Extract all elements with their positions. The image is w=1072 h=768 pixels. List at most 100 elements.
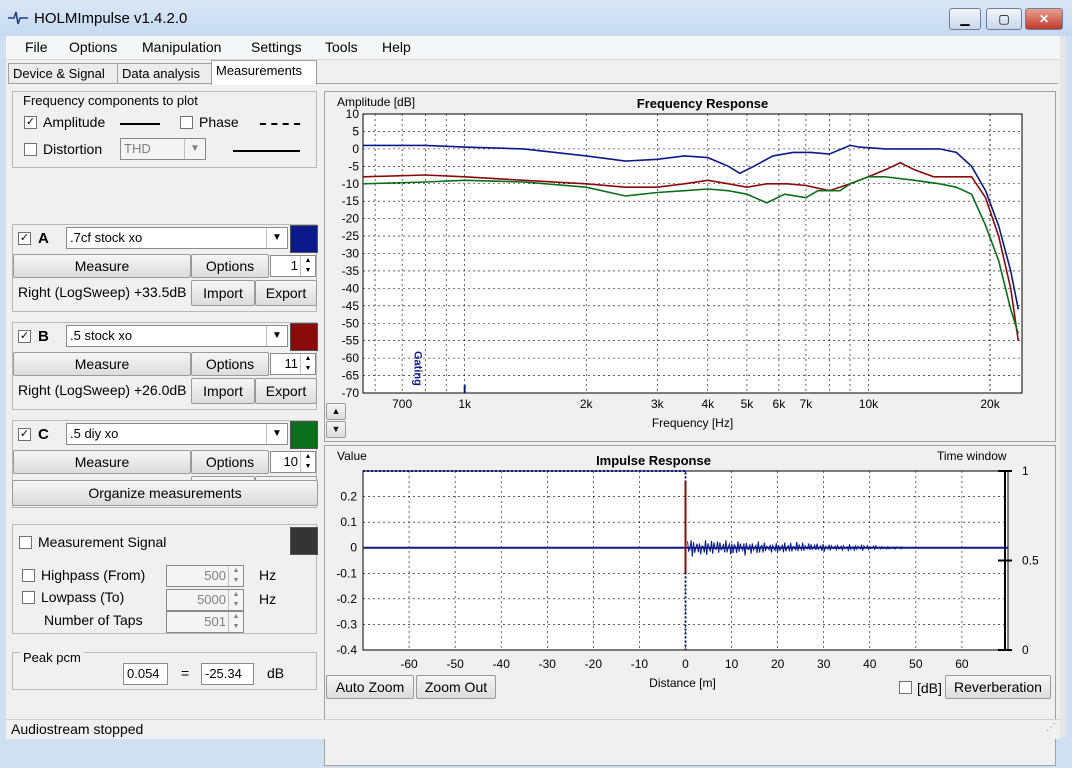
measurement-a-name-select[interactable]: .7cf stock xo ▼ — [66, 227, 288, 249]
measurement-a-options-button[interactable]: Options — [191, 254, 269, 278]
amplitude-label: Amplitude — [43, 114, 105, 130]
measurement-b-checkbox[interactable]: ✓ — [18, 330, 31, 343]
peak-db-field[interactable]: -25.34 — [201, 663, 254, 685]
distortion-checkbox[interactable] — [24, 143, 37, 156]
x-tick-label: 50 — [909, 657, 923, 671]
measurement-b-count: 11 — [285, 354, 299, 374]
tab-data-analysis[interactable]: Data analysis — [117, 63, 215, 84]
frequency-response-panel: 10 5 0 -5 -10 -15 -20 -25 -30 -35 -40 -45 -50 -55 -60-… — [324, 91, 1056, 442]
menu-manipulation[interactable]: Manipulation — [142, 39, 221, 55]
y-tick-label: -65 — [342, 369, 360, 383]
measurement-c-checkbox[interactable]: ✓ — [18, 428, 31, 441]
y-tick-label: -70 — [342, 386, 360, 400]
y-tick-label: 10 — [346, 107, 360, 121]
zoom-out-button[interactable]: Zoom Out — [416, 675, 496, 699]
measurement-a-import-button[interactable]: Import — [191, 280, 255, 306]
taps-stepper[interactable]: 501 ▲ ▼ — [166, 611, 244, 633]
menu-bar: File Options Manipulation Settings Tools… — [6, 36, 1060, 60]
measurement-c-count: 10 — [284, 452, 298, 472]
measurement-b-measure-button[interactable]: Measure — [13, 352, 191, 376]
tab-measurements[interactable]: Measurements — [211, 60, 317, 85]
right-edge-strip — [1060, 36, 1066, 738]
impulse-response-chart[interactable]: -60 -50 -40 -30 -20 -10 0 10 20 30 40 50 600.20.10-0… — [325, 446, 1055, 765]
peak-pcm-field[interactable]: 0.054 — [123, 663, 168, 685]
phase-label: Phase — [199, 114, 239, 130]
measurement-c-measure-button[interactable]: Measure — [13, 450, 191, 474]
measurement-c-name-select[interactable]: .5 diy xo ▼ — [66, 423, 288, 445]
menu-tools[interactable]: Tools — [325, 39, 358, 55]
measurement-b-color-swatch[interactable] — [290, 323, 318, 351]
db-label: [dB] — [917, 680, 942, 696]
measurement-a-measure-button[interactable]: Measure — [13, 254, 191, 278]
amplitude-checkbox[interactable]: ✓ — [24, 116, 37, 129]
x-tick-label: 3k — [651, 397, 665, 411]
x-tick-label: -10 — [631, 657, 649, 671]
maximize-button[interactable]: ▢ — [986, 8, 1022, 30]
measurement-c-options-button[interactable]: Options — [191, 450, 269, 474]
measurement-b-export-button[interactable]: Export — [255, 378, 317, 404]
auto-zoom-button[interactable]: Auto Zoom — [326, 675, 414, 699]
tab-device-signal[interactable]: Device & Signal — [8, 63, 120, 84]
peak-title: Peak pcm — [20, 650, 84, 665]
lowpass-label: Lowpass (To) — [41, 589, 124, 605]
chevron-down-icon: ▼ — [184, 139, 205, 159]
menu-options[interactable]: Options — [69, 39, 117, 55]
y2-tick-label: 0.5 — [1022, 554, 1039, 568]
x-tick-label: 30 — [817, 657, 831, 671]
y-tick-label: -40 — [342, 281, 360, 295]
measurement-signal-checkbox[interactable] — [19, 536, 32, 549]
measurement-slot-a: ✓ A .7cf stock xo ▼ Measure Options 1 ▲ ▼… — [12, 224, 317, 312]
status-bar: Audiostream stopped ⋰ — [6, 719, 1060, 739]
phase-line-style — [260, 123, 300, 125]
reverberation-button[interactable]: Reverberation — [945, 675, 1051, 699]
distortion-select[interactable]: THD ▼ — [120, 138, 206, 160]
lowpass-stepper[interactable]: 5000 ▲ ▼ — [166, 589, 244, 611]
measurement-a-color-swatch[interactable] — [290, 225, 318, 253]
x-axis-label: Frequency [Hz] — [652, 416, 733, 430]
highpass-stepper[interactable]: 500 ▲ ▼ — [166, 565, 244, 587]
x-tick-label: 40 — [863, 657, 877, 671]
organize-measurements-button[interactable]: Organize measurements — [12, 480, 318, 506]
highpass-checkbox[interactable] — [22, 569, 35, 582]
close-button[interactable]: ✕ — [1025, 8, 1063, 30]
signal-color-swatch[interactable] — [290, 527, 318, 555]
x-tick-label: -50 — [446, 657, 464, 671]
measurement-a-checkbox[interactable]: ✓ — [18, 232, 31, 245]
minimize-button[interactable]: ▁ — [949, 8, 981, 30]
lowpass-checkbox[interactable] — [22, 591, 35, 604]
y-tick-label: -0.4 — [336, 643, 357, 657]
measurement-b-import-button[interactable]: Import — [191, 378, 255, 404]
measurement-b-info: Right (LogSweep) +26.0dB — [18, 382, 187, 398]
menu-settings[interactable]: Settings — [251, 39, 302, 55]
db-checkbox[interactable] — [899, 681, 912, 694]
x-tick-label: 4k — [701, 397, 715, 411]
distortion-select-value: THD — [124, 139, 151, 159]
x-tick-label: 10k — [859, 397, 879, 411]
scroll-down-button[interactable]: ▼ — [326, 421, 346, 438]
time-window-label: Time window — [937, 449, 1007, 463]
measurement-a-count-stepper[interactable]: 1 ▲ ▼ — [270, 255, 316, 277]
measurement-a-export-button[interactable]: Export — [255, 280, 317, 306]
scroll-up-button[interactable]: ▲ — [326, 403, 346, 420]
updown-icon: ▲ ▼ — [228, 612, 243, 632]
menu-file[interactable]: File — [25, 39, 48, 55]
measurement-b-options-button[interactable]: Options — [191, 352, 269, 376]
y-tick-label: 0 — [352, 142, 359, 156]
measurement-c-count-stepper[interactable]: 10 ▲ ▼ — [270, 451, 316, 473]
chevron-down-icon: ▼ — [266, 326, 287, 346]
y-tick-label: -35 — [342, 264, 360, 278]
measurement-c-color-swatch[interactable] — [290, 421, 318, 449]
y-tick-label: -45 — [342, 299, 360, 313]
resize-grip-icon[interactable]: ⋰ — [1046, 722, 1056, 733]
chart-title: Impulse Response — [596, 453, 711, 468]
measurement-a-letter: A — [38, 230, 49, 247]
measurement-c-name: .5 diy xo — [70, 424, 118, 444]
menu-help[interactable]: Help — [382, 39, 411, 55]
measurement-b-count-stepper[interactable]: 11 ▲ ▼ — [270, 353, 316, 375]
phase-checkbox[interactable] — [180, 116, 193, 129]
distortion-line-style — [233, 150, 300, 152]
y-tick-label: -15 — [342, 194, 360, 208]
frequency-response-chart[interactable]: 10 5 0 -5 -10 -15 -20 -25 -30 -35 -40 -45 -50 -55 -60 -… — [325, 92, 1055, 441]
x-tick-label: 20k — [980, 397, 1000, 411]
measurement-b-name-select[interactable]: .5 stock xo ▼ — [66, 325, 288, 347]
